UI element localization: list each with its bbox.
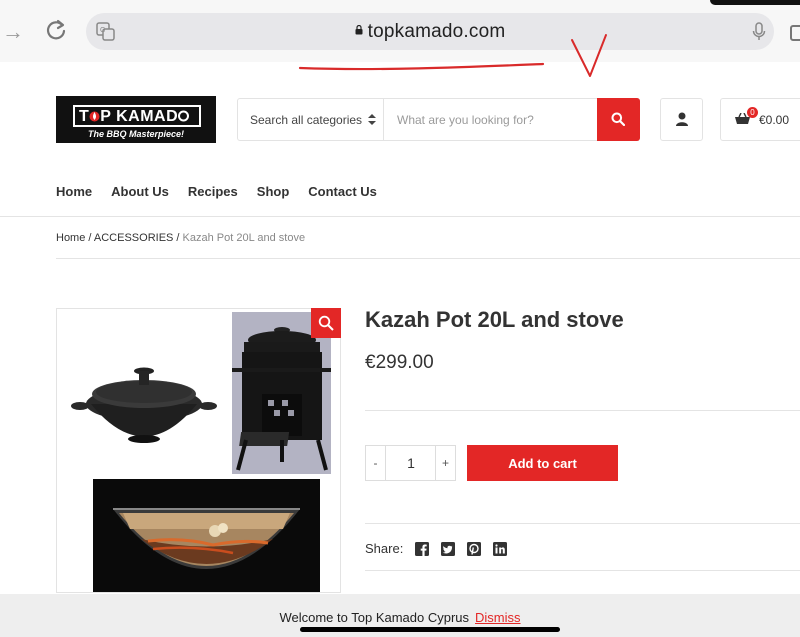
share-row: Share: — [365, 541, 508, 556]
breadcrumb-category[interactable]: ACCESSORIES — [94, 232, 173, 244]
url-text: topkamado.com — [367, 21, 506, 42]
kazan-pilaf-image — [93, 479, 320, 592]
share-label: Share: — [365, 541, 404, 556]
select-arrows-icon — [368, 114, 376, 125]
logo-wordmark: TP KAMAD — [79, 108, 190, 126]
user-icon — [676, 112, 688, 126]
search-icon — [611, 112, 625, 126]
site-logo[interactable]: TP KAMAD The BBQ Masterpiece! — [56, 96, 216, 143]
breadcrumb-divider — [56, 258, 800, 259]
breadcrumb-home[interactable]: Home — [56, 232, 85, 244]
menu-item-home[interactable]: Home — [56, 184, 92, 199]
address-bar[interactable]: G topkamado.com — [86, 13, 774, 50]
share-divider-bottom — [365, 570, 800, 571]
menu-item-contact-us[interactable]: Contact Us — [308, 184, 377, 199]
search-input[interactable] — [385, 99, 597, 140]
lock-icon — [355, 25, 363, 35]
share-divider-top — [365, 523, 800, 524]
store-notice-text: Welcome to Top Kamado Cyprus — [279, 610, 470, 625]
cart-total: €0.00 — [759, 113, 790, 127]
linkedin-icon[interactable] — [493, 541, 508, 556]
product-title: Kazah Pot 20L and stove — [365, 307, 624, 332]
menu-item-shop[interactable]: Shop — [257, 184, 290, 199]
category-select[interactable]: Search all categories — [238, 99, 384, 140]
logo-o-icon — [178, 110, 190, 122]
twitter-icon[interactable] — [441, 541, 456, 556]
reload-icon[interactable] — [44, 18, 68, 42]
wok-pot-image — [71, 367, 217, 443]
product-image[interactable] — [56, 308, 341, 593]
product-search: Search all categories — [237, 98, 640, 141]
quantity-stepper: - + — [365, 445, 456, 481]
quantity-input[interactable] — [387, 446, 435, 480]
pinterest-icon[interactable] — [467, 541, 482, 556]
search-button[interactable] — [597, 98, 640, 141]
flame-icon — [89, 111, 100, 122]
dismiss-link[interactable]: Dismiss — [475, 610, 521, 625]
home-indicator[interactable] — [300, 627, 560, 632]
category-select-label: Search all categories — [250, 113, 363, 127]
breadcrumb: Home / ACCESSORIES / Kazah Pot 20L and s… — [56, 232, 305, 244]
facebook-icon[interactable] — [415, 541, 430, 556]
url-display: topkamado.com — [86, 21, 774, 43]
main-menu: Home About Us Recipes Shop Contact Us — [56, 184, 377, 199]
breadcrumb-current: Kazah Pot 20L and stove — [182, 232, 306, 244]
status-bar-edge — [710, 0, 800, 5]
add-to-cart-button[interactable]: Add to cart — [467, 445, 618, 481]
quantity-decrease-button[interactable]: - — [366, 446, 386, 480]
zoom-icon — [318, 315, 334, 331]
browser-toolbar: → G topkamado.com — [0, 0, 800, 62]
menu-item-recipes[interactable]: Recipes — [188, 184, 238, 199]
logo-frame: TP KAMAD — [73, 105, 201, 127]
zoom-button[interactable] — [311, 308, 341, 338]
breadcrumb-separator: / — [85, 232, 94, 244]
forward-arrow-icon[interactable]: → — [2, 19, 24, 45]
cart-count-badge: 0 — [747, 107, 758, 118]
microphone-icon[interactable] — [752, 22, 766, 42]
logo-tagline: The BBQ Masterpiece! — [87, 129, 185, 139]
breadcrumb-separator: / — [173, 232, 183, 244]
menu-item-about-us[interactable]: About Us — [111, 184, 169, 199]
menu-divider — [0, 216, 800, 217]
summary-divider — [365, 410, 800, 411]
product-price: €299.00 — [365, 352, 434, 373]
quantity-increase-button[interactable]: + — [435, 446, 455, 480]
account-button[interactable] — [660, 98, 703, 141]
cart-button[interactable]: 0 €0.00 — [720, 98, 800, 141]
tabs-icon[interactable] — [790, 25, 800, 41]
